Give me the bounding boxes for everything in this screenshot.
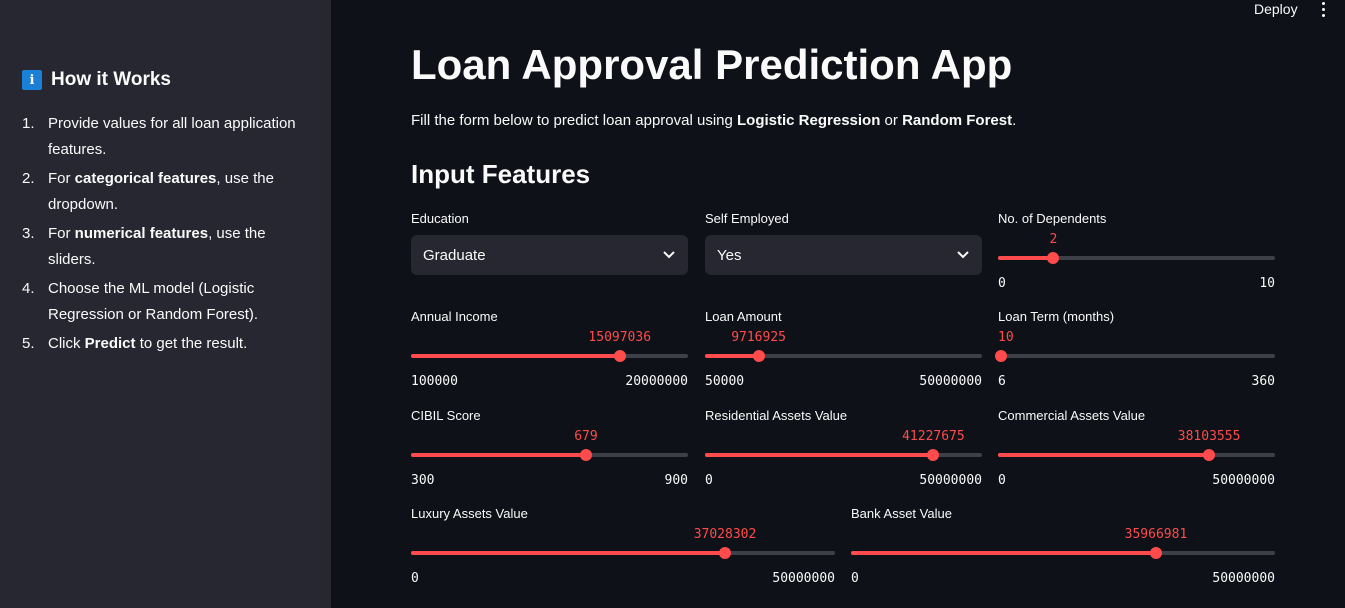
sidebar-title: How it Works	[51, 69, 171, 90]
slider-max: 50000000	[919, 374, 982, 389]
self-employed-select[interactable]: Yes	[705, 235, 982, 275]
slider-min: 50000	[705, 374, 745, 389]
self-employed-label: Self Employed	[705, 211, 789, 226]
page-title: Loan Approval Prediction App	[411, 41, 1013, 88]
slider-fill	[998, 256, 1054, 260]
cibil-slider[interactable]: 679 300 900	[411, 416, 688, 488]
step-bold: categorical features	[74, 170, 217, 187]
slider-fill	[851, 551, 1156, 555]
education-select[interactable]: Graduate	[411, 235, 688, 275]
slider-min: 6	[998, 374, 1006, 389]
slider-min: 0	[998, 473, 1006, 488]
slider-min: 0	[998, 276, 1006, 291]
slider-value: 38103555	[1177, 429, 1241, 444]
subtitle-text: or	[880, 112, 903, 129]
slider-min: 100000	[411, 374, 458, 389]
chevron-down-icon	[956, 248, 970, 262]
slider-value: 37028302	[693, 527, 757, 542]
slider-thumb[interactable]	[752, 350, 765, 362]
step-text: Provide values for all loan application …	[48, 115, 296, 158]
info-icon: i	[22, 70, 42, 90]
slider-max: 360	[1251, 374, 1275, 389]
subtitle-bold: Random Forest	[902, 112, 1013, 129]
slider-min: 0	[705, 473, 713, 488]
slider-min: 300	[411, 473, 435, 488]
slider-value: 35966981	[1124, 527, 1188, 542]
step-number: 4.	[22, 280, 35, 297]
list-item: 3. For numerical features, use the slider…	[22, 221, 312, 273]
slider-max: 50000000	[772, 571, 835, 586]
slider-value: 679	[574, 429, 598, 444]
slider-max: 20000000	[625, 374, 688, 389]
slider-track	[998, 354, 1275, 358]
residential-slider[interactable]: 41227675 0 50000000	[705, 416, 982, 488]
list-item: 5. Click Predict to get the result.	[22, 331, 312, 357]
step-number: 1.	[22, 115, 35, 132]
step-text: to get the result.	[135, 335, 248, 352]
slider-min: 0	[411, 571, 419, 586]
self-employed-value: Yes	[717, 246, 742, 264]
slider-max: 50000000	[1212, 571, 1275, 586]
slider-fill	[998, 453, 1210, 457]
slider-fill	[705, 354, 759, 358]
step-number: 5.	[22, 335, 35, 352]
sidebar-heading: i How it Works	[22, 69, 171, 91]
list-item: 2. For categorical features, use the drop…	[22, 166, 312, 218]
education-label: Education	[411, 211, 469, 226]
slider-max: 50000000	[919, 473, 982, 488]
step-bold: numerical features	[74, 225, 209, 242]
income-slider[interactable]: 15097036 100000 20000000	[411, 317, 688, 389]
more-vertical-icon[interactable]	[1318, 0, 1328, 18]
deploy-button[interactable]: Deploy	[1254, 0, 1298, 18]
sidebar: i How it Works 1. Provide values for all …	[0, 0, 331, 608]
slider-thumb[interactable]	[1047, 252, 1060, 264]
step-text: For	[48, 225, 75, 242]
step-text: For	[48, 170, 75, 187]
step-number: 3.	[22, 225, 35, 242]
step-number: 2.	[22, 170, 35, 187]
education-value: Graduate	[423, 246, 486, 264]
chevron-down-icon	[662, 248, 676, 262]
luxury-slider[interactable]: 37028302 0 50000000	[411, 514, 835, 586]
subtitle-text: Fill the form below to predict loan appr…	[411, 112, 738, 129]
commercial-slider[interactable]: 38103555 0 50000000	[998, 416, 1275, 488]
step-bold: Predict	[84, 335, 136, 352]
slider-fill	[411, 354, 620, 358]
slider-thumb[interactable]	[995, 350, 1008, 362]
slider-thumb[interactable]	[579, 449, 592, 461]
slider-max: 900	[664, 473, 688, 488]
slider-value: 41227675	[902, 429, 965, 444]
step-text: Choose the ML model (Logistic Regression…	[48, 280, 259, 323]
slider-value: 15097036	[588, 330, 652, 345]
slider-max: 10	[1259, 276, 1275, 291]
bank-slider[interactable]: 35966981 0 50000000	[851, 514, 1275, 586]
list-item: 4. Choose the ML model (Logistic Regressi…	[22, 276, 312, 328]
slider-value: 9716925	[731, 330, 786, 345]
slider-fill	[705, 453, 934, 457]
slider-fill	[411, 453, 586, 457]
slider-thumb[interactable]	[719, 547, 731, 559]
loan-term-slider[interactable]: 10 6 360	[995, 317, 1275, 389]
slider-value: 10	[998, 330, 1014, 345]
subtitle-bold: Logistic Regression	[737, 112, 881, 129]
slider-thumb[interactable]	[1203, 449, 1216, 461]
steps-list: 1. Provide values for all loan applicatio…	[22, 111, 312, 360]
subtitle-text: .	[1012, 112, 1017, 129]
slider-thumb[interactable]	[1149, 547, 1162, 559]
dependents-slider[interactable]: 2 0 10	[998, 219, 1275, 291]
list-item: 1. Provide values for all loan applicatio…	[22, 111, 312, 163]
slider-max: 50000000	[1212, 473, 1275, 488]
section-title: Input Features	[411, 159, 591, 189]
step-text: Click	[48, 335, 85, 352]
slider-value: 2	[1049, 232, 1058, 247]
slider-thumb[interactable]	[927, 449, 940, 461]
slider-thumb[interactable]	[613, 350, 626, 362]
slider-min: 0	[851, 571, 859, 586]
loan-amount-slider[interactable]: 9716925 50000 50000000	[705, 317, 982, 389]
slider-fill	[411, 551, 725, 555]
page-subtitle: Fill the form below to predict loan appr…	[411, 111, 1016, 131]
